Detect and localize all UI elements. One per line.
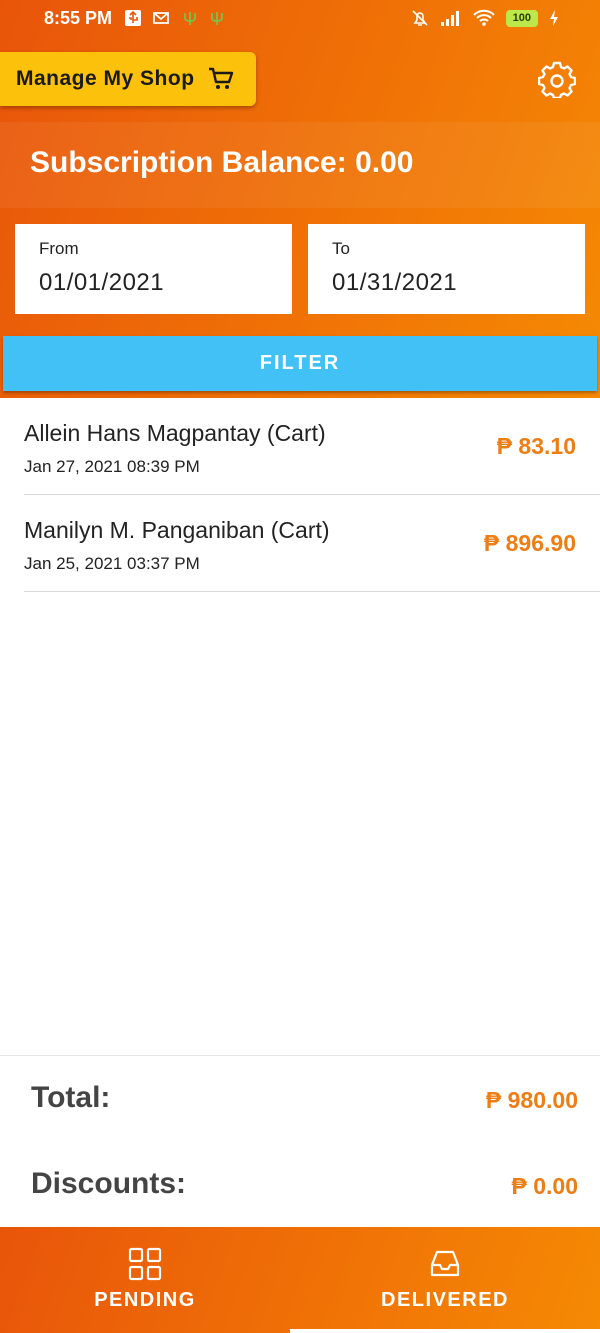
inbox-icon [430, 1250, 460, 1277]
subscription-balance: Subscription Balance: 0.00 [30, 146, 414, 179]
trident-icon [184, 12, 196, 25]
discounts-value: ₱ 0.00 [511, 1173, 579, 1199]
cart-icon [208, 67, 233, 89]
grid-icon [128, 1247, 162, 1281]
active-tab-indicator [290, 1329, 600, 1333]
totals-panel: Total: ₱ 980.00 Discounts: ₱ 0.00 [0, 1055, 600, 1227]
order-customer: Allein Hans Magpantay (Cart) [24, 420, 326, 446]
status-time: 8:55 PM [44, 8, 113, 28]
order-list: Allein Hans Magpantay (Cart) Jan 27, 202… [0, 398, 600, 592]
nav-delivered-label: DELIVERED [381, 1289, 509, 1311]
order-customer: Manilyn M. Panganiban (Cart) [24, 517, 330, 543]
nav-delivered[interactable]: DELIVERED [290, 1227, 600, 1333]
to-value: 01/31/2021 [332, 269, 458, 296]
total-value: ₱ 980.00 [485, 1087, 578, 1113]
order-date: Jan 25, 2021 03:37 PM [24, 554, 200, 573]
order-date: Jan 27, 2021 08:39 PM [24, 457, 200, 476]
from-date-field[interactable]: From 01/01/2021 [15, 224, 292, 314]
battery-indicator: 100 [505, 9, 538, 27]
list-item[interactable]: Manilyn M. Panganiban (Cart) Jan 25, 202… [24, 495, 600, 592]
order-amount: ₱ 83.10 [496, 433, 576, 459]
app-header: Manage My Shop [0, 38, 600, 122]
trident-icon [211, 12, 223, 25]
signal-icon [440, 11, 459, 26]
top-panel: 8:55 PM 100 Manage My Shop Subscription … [0, 0, 600, 398]
usb-icon [125, 10, 141, 26]
to-label: To [332, 239, 350, 258]
charging-icon [550, 10, 558, 26]
filter-button[interactable]: FILTER [3, 336, 597, 391]
wifi-icon [472, 9, 495, 26]
bell-off-icon [412, 10, 428, 26]
nav-pending-label: PENDING [94, 1289, 196, 1311]
order-amount: ₱ 896.90 [483, 530, 576, 556]
discounts-label: Discounts: [31, 1167, 187, 1200]
total-label: Total: [31, 1081, 111, 1114]
status-bar: 8:55 PM 100 [0, 0, 600, 38]
gear-icon[interactable] [538, 60, 576, 98]
manage-shop-label: Manage My Shop [16, 67, 195, 90]
from-label: From [39, 239, 79, 258]
manage-shop-button[interactable]: Manage My Shop [0, 52, 256, 106]
bottom-nav: PENDING DELIVERED [0, 1227, 600, 1333]
to-date-field[interactable]: To 01/31/2021 [308, 224, 585, 314]
nav-pending[interactable]: PENDING [0, 1227, 290, 1333]
list-item[interactable]: Allein Hans Magpantay (Cart) Jan 27, 202… [24, 398, 600, 495]
from-value: 01/01/2021 [39, 269, 165, 296]
gmail-icon [153, 12, 169, 24]
